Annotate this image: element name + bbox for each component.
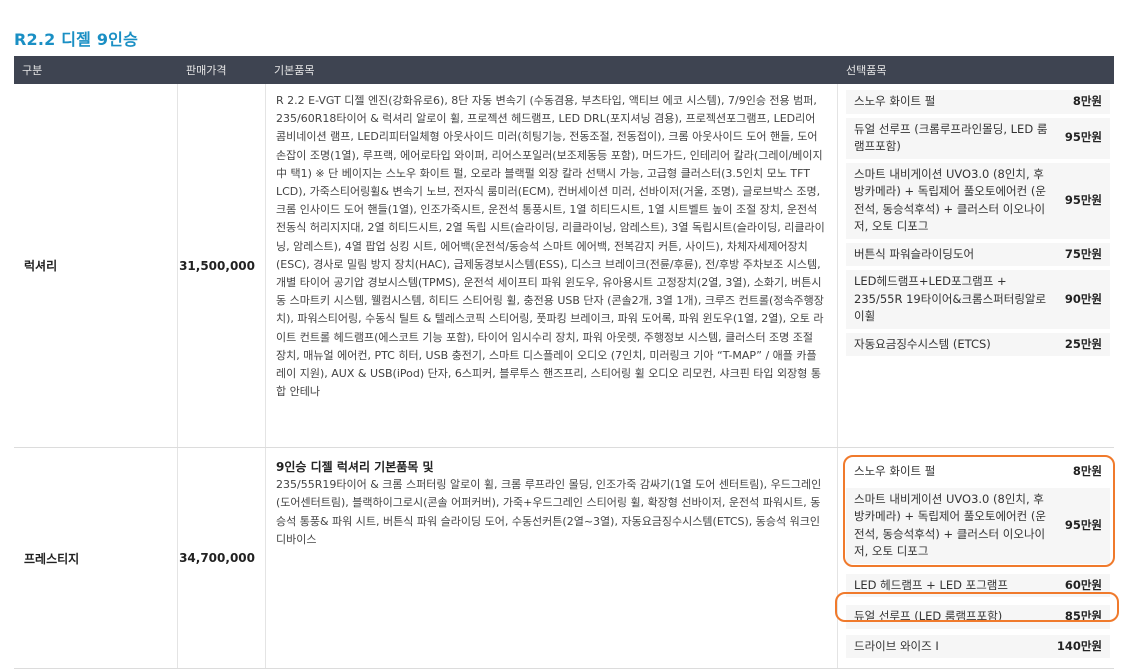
option-name: 스노우 화이트 펄 bbox=[854, 464, 936, 478]
option-price: 90만원 bbox=[1064, 291, 1102, 306]
basic-items-text: R 2.2 E-VGT 디젤 엔진(강화유로6), 8단 자동 변속기 (수동겸… bbox=[276, 94, 825, 399]
option-item: 버튼식 파워슬라이딩도어 75만원 bbox=[846, 242, 1110, 266]
grade-price: 34,700,000 bbox=[178, 448, 266, 668]
section-title: R2.2 디젤 9인승 bbox=[14, 30, 139, 49]
header-grade: 구분 bbox=[22, 64, 43, 77]
option-item: LED 헤드램프 + LED 포그램프 60만원 bbox=[846, 573, 1110, 597]
option-price: 140만원 bbox=[1056, 638, 1102, 653]
basic-items: 9인승 디젤 럭셔리 기본품목 및 235/55R19타이어 & 크롬 스퍼터링… bbox=[266, 448, 838, 668]
option-name: 듀얼 선루프 (LED 룸램프포함) bbox=[854, 609, 1003, 623]
option-item: 스마트 내비게이션 UVO3.0 (8인치, 후방카메라) + 독립제어 풀오토… bbox=[846, 487, 1110, 564]
basic-items: R 2.2 E-VGT 디젤 엔진(강화유로6), 8단 자동 변속기 (수동겸… bbox=[266, 84, 838, 447]
grade-name: 프레스티지 bbox=[14, 448, 178, 668]
option-price: 8만원 bbox=[1072, 94, 1102, 108]
option-item: LED헤드램프+LED포그램프 + 235/55R 19타이어&크롬스퍼터링알로… bbox=[846, 270, 1110, 329]
option-list: 스노우 화이트 펄 8만원 스마트 내비게이션 UVO3.0 (8인치, 후방카메… bbox=[838, 448, 1114, 668]
option-price: 95만원 bbox=[1064, 130, 1102, 145]
option-name: 스마트 내비게이션 UVO3.0 (8인치, 후방카메라) + 독립제어 풀오토… bbox=[854, 491, 1046, 559]
option-name: 스노우 화이트 펄 bbox=[854, 94, 936, 108]
option-item: 자동요금징수시스템 (ETCS) 25만원 bbox=[846, 332, 1110, 356]
option-item: 드라이브 와이즈 I 140만원 bbox=[846, 634, 1110, 658]
option-price: 85만원 bbox=[1064, 609, 1102, 623]
option-price: 95만원 bbox=[1064, 517, 1102, 532]
table-header: 구분 판매가격 기본품목 선택품목 bbox=[14, 56, 1114, 84]
option-name: 스마트 내비게이션 UVO3.0 (8인치, 후방카메라) + 독립제어 풀오토… bbox=[854, 166, 1046, 234]
option-price: 60만원 bbox=[1064, 577, 1102, 592]
option-name: LED 헤드램프 + LED 포그램프 bbox=[854, 577, 1008, 592]
header-basic-items: 기본품목 bbox=[274, 64, 315, 77]
option-price: 8만원 bbox=[1072, 464, 1102, 478]
option-name: 버튼식 파워슬라이딩도어 bbox=[854, 246, 975, 261]
option-item: 듀얼 선루프 (LED 룸램프포함) 85만원 bbox=[846, 605, 1110, 629]
option-price: 75만원 bbox=[1064, 246, 1102, 261]
trim-price-table: 구분 판매가격 기본품목 선택품목 럭셔리 31,500,000 R 2.2 E… bbox=[14, 56, 1114, 669]
basic-items-text: 235/55R19타이어 & 크롬 스퍼터링 알로이 휠, 크롬 루프라인 몰딩… bbox=[276, 478, 822, 546]
option-name: 드라이브 와이즈 I bbox=[854, 638, 939, 653]
basic-items-heading: 9인승 디젤 럭셔리 기본품목 및 bbox=[276, 460, 434, 474]
grade-price: 31,500,000 bbox=[178, 84, 266, 447]
option-list: 스노우 화이트 펄 8만원 듀얼 선루프 (크롬루프라인몰딩, LED 룸램프포함… bbox=[838, 84, 1114, 447]
option-item: 스노우 화이트 펄 8만원 bbox=[846, 460, 1110, 484]
option-name: LED헤드램프+LED포그램프 + 235/55R 19타이어&크롬스퍼터링알로… bbox=[854, 274, 1047, 323]
option-item: 스노우 화이트 펄 8만원 bbox=[846, 90, 1110, 114]
option-price: 25만원 bbox=[1064, 336, 1102, 351]
grade-name: 럭셔리 bbox=[14, 84, 178, 447]
table-row-luxury: 럭셔리 31,500,000 R 2.2 E-VGT 디젤 엔진(강화유로6),… bbox=[14, 84, 1114, 448]
option-name: 자동요금징수시스템 (ETCS) bbox=[854, 336, 991, 351]
option-item: 듀얼 선루프 (크롬루프라인몰딩, LED 룸램프포함) 95만원 bbox=[846, 117, 1110, 159]
header-options: 선택품목 bbox=[846, 64, 887, 77]
header-price: 판매가격 bbox=[186, 64, 227, 77]
option-item: 스마트 내비게이션 UVO3.0 (8인치, 후방카메라) + 독립제어 풀오토… bbox=[846, 162, 1110, 239]
option-price: 95만원 bbox=[1064, 192, 1102, 207]
option-name: 듀얼 선루프 (크롬루프라인몰딩, LED 룸램프포함) bbox=[854, 121, 1048, 154]
table-row-prestige: 프레스티지 34,700,000 9인승 디젤 럭셔리 기본품목 및 235/5… bbox=[14, 448, 1114, 669]
